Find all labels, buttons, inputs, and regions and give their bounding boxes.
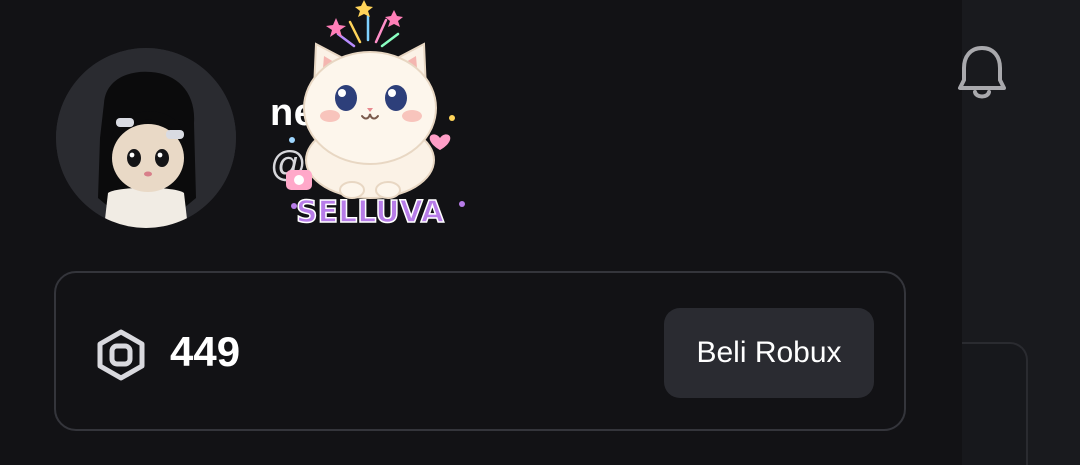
side-card[interactable] [962,342,1028,465]
sticker-text: SELLUVA [296,195,445,230]
bell-icon [958,46,1006,99]
robux-card: 449 Beli Robux [54,271,906,431]
notifications-button[interactable] [956,42,1008,102]
buy-robux-button[interactable]: Beli Robux [664,308,874,398]
cat-sticker-image: SELLUVA [286,0,465,231]
profile-screen: ne @…niee [0,0,1080,465]
robux-icon [96,329,146,381]
cat-sticker: SELLUVA [272,0,482,232]
avatar[interactable] [56,48,236,228]
robux-balance: 449 [170,328,241,375]
avatar-image [56,48,236,228]
